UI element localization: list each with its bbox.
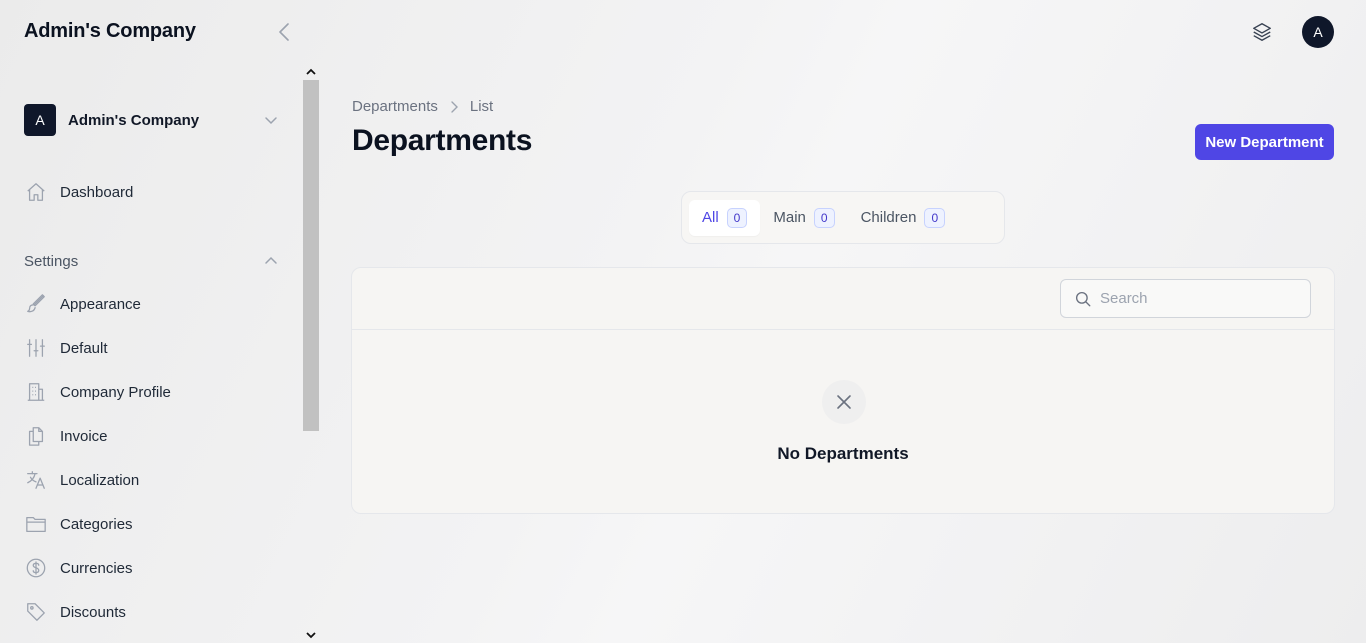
tab-children[interactable]: Children 0: [848, 200, 959, 236]
page-title: Departments: [352, 124, 533, 157]
sidebar-item-label: Discounts: [60, 603, 126, 621]
tab-all[interactable]: All 0: [689, 199, 761, 236]
sidebar-item-currencies[interactable]: Currencies: [24, 554, 278, 582]
breadcrumb: Departments List: [352, 98, 493, 115]
search-input[interactable]: [1100, 290, 1300, 307]
tab-main[interactable]: Main 0: [760, 200, 847, 236]
tab-count-badge: 0: [924, 207, 946, 228]
collapse-sidebar-button[interactable]: [274, 22, 294, 42]
folder-icon: [24, 512, 48, 536]
breadcrumb-departments-link[interactable]: Departments: [352, 98, 438, 115]
home-icon: [24, 180, 48, 204]
sidebar: A Admin's Company Dashboard Settings App…: [0, 64, 320, 643]
sidebar-item-label: Invoice: [60, 427, 108, 445]
chevron-up-icon: [265, 256, 277, 264]
sidebar-item-default[interactable]: Default: [24, 334, 278, 362]
company-switcher[interactable]: A Admin's Company: [24, 104, 278, 136]
sidebar-item-label: Default: [60, 339, 108, 357]
chevron-right-icon: [450, 100, 458, 113]
scroll-down-button[interactable]: [302, 627, 320, 643]
company-avatar: A: [24, 104, 56, 136]
dollar-circle-icon: [24, 556, 48, 580]
empty-state-message: No Departments: [777, 444, 909, 463]
new-department-button[interactable]: New Department: [1195, 124, 1334, 160]
scroll-up-button[interactable]: [302, 64, 320, 80]
sidebar-item-label: Localization: [60, 471, 140, 489]
sidebar-item-label: Categories: [60, 515, 133, 533]
x-icon: [837, 395, 851, 409]
caret-down-icon: [306, 632, 316, 639]
tab-label: All: [702, 209, 719, 226]
documents-icon: [24, 424, 48, 448]
scrollbar-thumb[interactable]: [303, 80, 319, 431]
sidebar-item-label: Currencies: [60, 559, 133, 577]
sidebar-item-appearance[interactable]: Appearance: [24, 290, 278, 318]
building-icon: [24, 380, 48, 404]
sidebar-item-company-profile[interactable]: Company Profile: [24, 378, 278, 406]
sidebar-nav: A Admin's Company Dashboard Settings App…: [0, 64, 302, 643]
sidebar-item-invoice[interactable]: Invoice: [24, 422, 278, 450]
tab-label: Main: [773, 209, 806, 226]
user-avatar[interactable]: A: [1302, 16, 1334, 48]
chevron-left-icon: [279, 23, 289, 41]
filter-tabs: All 0 Main 0 Children 0: [681, 191, 1005, 244]
sliders-icon: [24, 336, 48, 360]
search-icon: [1075, 291, 1091, 306]
sidebar-item-label: Company Profile: [60, 383, 171, 401]
sidebar-item-dashboard[interactable]: Dashboard: [24, 178, 278, 206]
settings-section-toggle[interactable]: Settings: [24, 250, 278, 272]
empty-state-icon: [822, 380, 866, 424]
tab-label: Children: [860, 209, 917, 226]
chevron-down-icon: [265, 117, 277, 125]
language-icon: [24, 468, 48, 492]
departments-table: No Departments: [351, 267, 1335, 514]
caret-up-icon: [306, 68, 316, 75]
layers-icon: [1253, 23, 1271, 41]
search-field[interactable]: [1060, 279, 1311, 318]
sidebar-item-label: Appearance: [60, 295, 141, 313]
sidebar-item-categories[interactable]: Categories: [24, 510, 278, 538]
sidebar-item-localization[interactable]: Localization: [24, 466, 278, 494]
layers-button[interactable]: [1246, 16, 1278, 48]
breadcrumb-current: List: [469, 98, 494, 115]
table-toolbar: [352, 268, 1334, 330]
sidebar-item-discounts[interactable]: Discounts: [24, 598, 278, 626]
tag-icon: [24, 600, 48, 624]
settings-section-label: Settings: [24, 252, 79, 270]
app-brand: Admin's Company: [24, 20, 196, 42]
sidebar-scrollbar[interactable]: [302, 64, 320, 643]
sidebar-item-label: Dashboard: [60, 183, 134, 201]
brush-icon: [24, 292, 48, 316]
tab-count-badge: 0: [726, 207, 748, 228]
tab-count-badge: 0: [813, 207, 835, 228]
company-name: Admin's Company: [68, 111, 200, 129]
